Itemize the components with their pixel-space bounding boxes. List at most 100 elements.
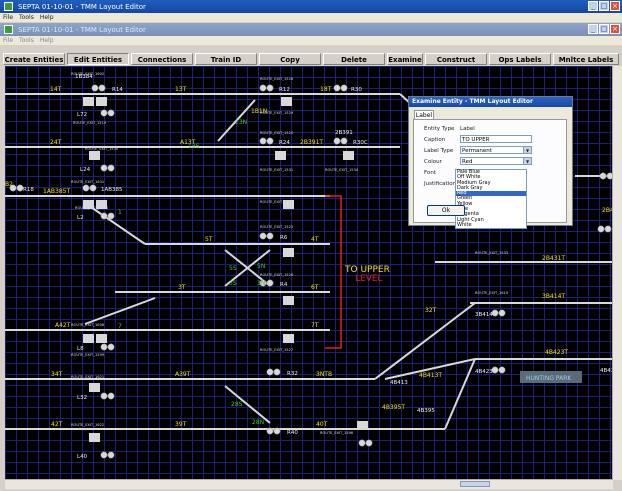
signal-head[interactable] bbox=[266, 427, 274, 435]
track-label[interactable]: A42T bbox=[55, 322, 71, 329]
route-arrow-right[interactable] bbox=[275, 151, 286, 160]
route-arrow-right[interactable] bbox=[281, 97, 292, 106]
signal-head[interactable] bbox=[107, 392, 115, 400]
signal-label[interactable]: 3B414 bbox=[475, 312, 493, 318]
signal-label[interactable]: R12 bbox=[279, 87, 290, 93]
signal-head[interactable] bbox=[100, 109, 108, 117]
route-label[interactable]: ROUTE_EXIT_1598 bbox=[320, 431, 354, 435]
menu-file[interactable]: File bbox=[3, 14, 13, 21]
route-arrow-right[interactable] bbox=[283, 248, 294, 257]
minimize-icon[interactable]: _ bbox=[588, 1, 598, 11]
signal-head[interactable] bbox=[358, 439, 366, 447]
signal-head[interactable] bbox=[365, 439, 373, 447]
route-label[interactable]: ROUTE_EXIT_1531 bbox=[260, 168, 293, 172]
switch-label[interactable]: 13S bbox=[188, 143, 200, 150]
route-label[interactable]: ROUTE_EXIT_1524 bbox=[260, 200, 294, 204]
scroll-thumb[interactable] bbox=[460, 481, 490, 487]
switch-label[interactable]: 3N bbox=[257, 280, 265, 287]
signal-label[interactable]: 4B423 bbox=[475, 369, 493, 375]
signal-label[interactable]: L72 bbox=[77, 112, 87, 118]
signal-label[interactable]: R32 bbox=[287, 371, 298, 377]
track-label[interactable]: B2 bbox=[5, 181, 13, 188]
close-icon[interactable]: × bbox=[610, 1, 620, 11]
route-arrow-right[interactable] bbox=[283, 296, 294, 305]
signal-label[interactable]: 2B391 bbox=[335, 130, 353, 136]
delete-button[interactable]: Delete bbox=[323, 53, 385, 65]
signal-label[interactable]: 4B413 bbox=[390, 380, 408, 386]
signal-label[interactable]: 4B395 bbox=[417, 408, 435, 414]
track-label[interactable]: A39T bbox=[175, 371, 191, 378]
track-label[interactable]: 24T bbox=[50, 139, 62, 146]
track-label[interactable]: 4B395T bbox=[382, 404, 405, 411]
route-arrow-right[interactable] bbox=[96, 334, 107, 343]
signal-label[interactable]: 1AB385 bbox=[101, 187, 123, 193]
signal-head[interactable] bbox=[107, 451, 115, 459]
signal-head[interactable] bbox=[259, 84, 267, 92]
route-arrow-left[interactable] bbox=[83, 97, 94, 106]
chevron-down-icon[interactable]: ▼ bbox=[523, 147, 531, 153]
switch-label[interactable]: 7 bbox=[118, 323, 122, 330]
signal-head[interactable] bbox=[333, 137, 341, 145]
colour-option[interactable]: White bbox=[456, 222, 526, 228]
signal-head[interactable] bbox=[82, 184, 90, 192]
signal-head[interactable] bbox=[498, 309, 506, 317]
signal-head[interactable] bbox=[98, 84, 106, 92]
route-arrow-right[interactable] bbox=[89, 433, 100, 442]
route-label[interactable]: ROUTE_EXIT_1526 bbox=[260, 273, 294, 277]
track-label[interactable]: 2B391T bbox=[300, 139, 323, 146]
signal-label[interactable]: R40 bbox=[287, 430, 298, 436]
signal-head[interactable] bbox=[273, 368, 281, 376]
switch-label[interactable]: 5S bbox=[229, 265, 237, 272]
track-label[interactable]: 3B414T bbox=[542, 293, 565, 300]
route-arrow-left[interactable] bbox=[343, 151, 354, 160]
signal-label[interactable]: R30C bbox=[353, 140, 368, 146]
route-arrow-right[interactable] bbox=[283, 334, 294, 343]
route-label[interactable]: ROUTE_EXIT_1621 bbox=[71, 375, 104, 379]
signal-label[interactable]: L40 bbox=[77, 454, 88, 460]
signal-label[interactable]: L24 bbox=[80, 167, 91, 173]
route-arrow-right[interactable] bbox=[89, 151, 100, 160]
signal-head[interactable] bbox=[266, 279, 274, 287]
signal-head[interactable] bbox=[599, 172, 607, 180]
signal-head[interactable] bbox=[266, 84, 274, 92]
route-arrow-right[interactable] bbox=[89, 383, 100, 392]
signal-head[interactable] bbox=[91, 84, 99, 92]
route-label[interactable]: ROUTE_EXIT_1600 bbox=[75, 206, 109, 210]
doc-minimize-icon[interactable]: _ bbox=[588, 24, 598, 34]
signal-head[interactable] bbox=[266, 368, 274, 376]
menu-help[interactable]: Help bbox=[40, 14, 54, 21]
route-label[interactable]: ROUTE_EXIT_1530 bbox=[85, 147, 119, 151]
connections-button[interactable]: Connections bbox=[131, 53, 193, 65]
create-entities-button[interactable]: Create Entities bbox=[3, 53, 65, 65]
signal-head[interactable] bbox=[100, 392, 108, 400]
switch-label[interactable]: 28N bbox=[252, 419, 264, 426]
ok-button[interactable]: Ok bbox=[427, 205, 465, 216]
track-label[interactable]: 32T bbox=[425, 307, 437, 314]
signal-label[interactable]: R4 bbox=[280, 282, 288, 288]
switch-label[interactable]: 5N bbox=[257, 263, 265, 270]
signal-label[interactable]: L2 bbox=[77, 215, 84, 221]
ops-labels-button[interactable]: Ops Labels bbox=[489, 53, 551, 65]
signal-head[interactable] bbox=[273, 427, 281, 435]
doc-menu-file[interactable]: File bbox=[3, 37, 13, 44]
signal-head[interactable] bbox=[100, 343, 108, 351]
signal-head[interactable] bbox=[89, 184, 97, 192]
doc-menu-tools[interactable]: Tools bbox=[19, 37, 34, 44]
vertical-scrollbar[interactable] bbox=[612, 66, 622, 480]
signal-head[interactable] bbox=[107, 164, 115, 172]
route-label[interactable]: ROUTE_EXIT_1519 bbox=[73, 121, 107, 125]
menu-tools[interactable]: Tools bbox=[19, 14, 34, 21]
track-label[interactable]: 34T bbox=[51, 371, 63, 378]
route-label[interactable]: ROUTE_EXIT_1520 bbox=[260, 131, 294, 135]
signal-label[interactable]: R24 bbox=[279, 140, 290, 146]
signal-head[interactable] bbox=[340, 84, 348, 92]
track-label[interactable]: 3NTB bbox=[316, 371, 332, 378]
switch-label[interactable]: 1 bbox=[118, 209, 122, 216]
signal-head[interactable] bbox=[100, 451, 108, 459]
signal-label[interactable]: R14 bbox=[112, 87, 123, 93]
route-arrow-right[interactable] bbox=[357, 421, 368, 430]
route-label[interactable]: ROUTE_EXIT_1534 bbox=[325, 168, 359, 172]
route-label[interactable]: ROUTE_EXIT_1533 bbox=[475, 251, 508, 255]
track-label[interactable]: 39T bbox=[175, 421, 187, 428]
label-type-select[interactable]: Permanent ▼ bbox=[460, 146, 532, 154]
